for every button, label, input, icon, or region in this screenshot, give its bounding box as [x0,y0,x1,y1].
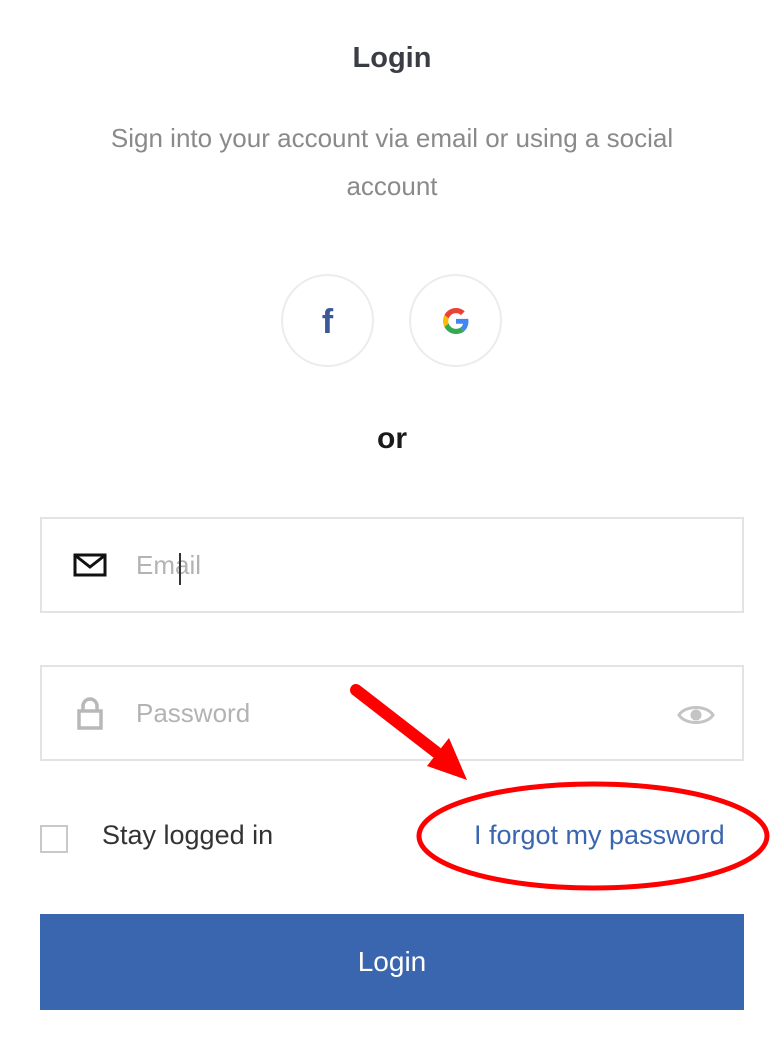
envelope-icon [73,553,107,577]
divider-or: or [377,422,407,455]
google-icon [442,307,468,334]
email-field[interactable] [40,517,744,613]
google-login-button[interactable] [409,274,502,367]
stay-logged-in-checkbox[interactable] [40,825,68,853]
facebook-icon: f [321,302,334,341]
forgot-password-link[interactable]: I forgot my password [474,820,725,851]
lock-icon [77,697,103,730]
facebook-login-button[interactable]: f [281,274,374,367]
eye-icon[interactable] [676,695,716,735]
password-input[interactable] [136,689,656,737]
stay-logged-in-label: Stay logged in [102,820,274,850]
email-input[interactable] [136,541,656,589]
page-subtitle: Sign into your account via email or usin… [110,123,674,201]
password-field[interactable] [40,665,744,761]
text-caret [179,553,181,585]
page-title: Login [352,42,432,74]
login-button[interactable]: Login [40,914,744,1010]
